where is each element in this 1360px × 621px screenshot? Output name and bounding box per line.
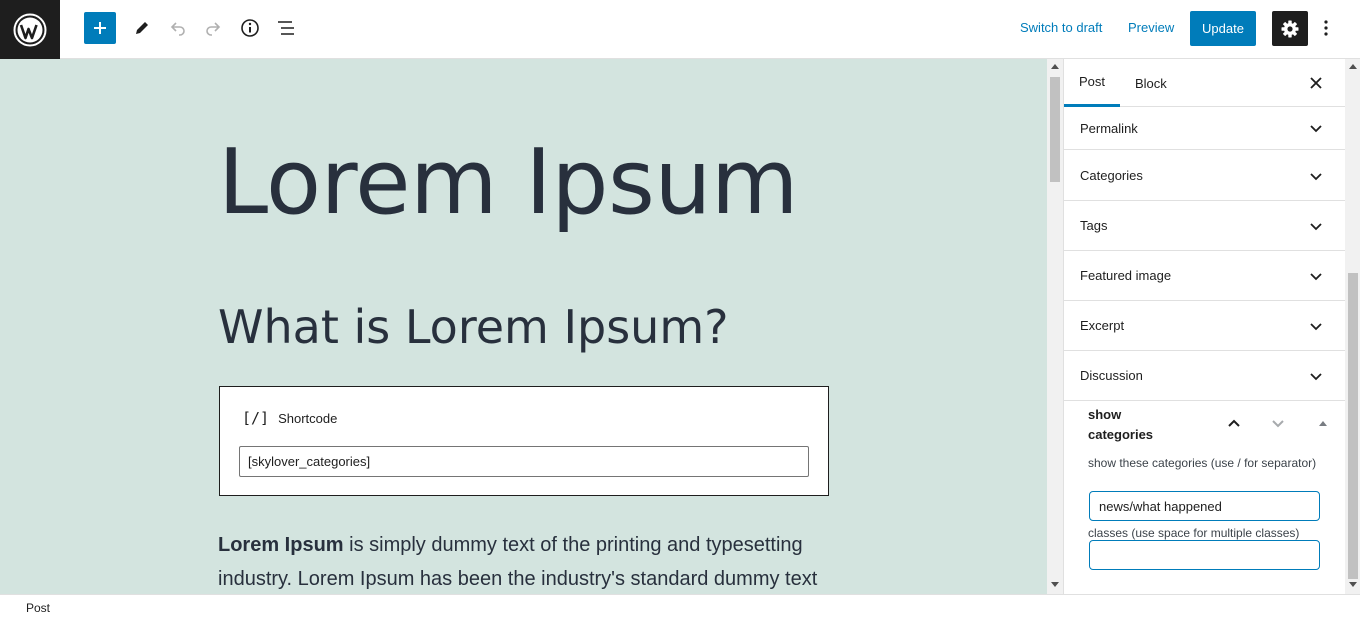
update-button[interactable]: Update — [1190, 11, 1256, 46]
categories-field-label: show these categories (use / for separat… — [1088, 456, 1317, 470]
panel-discussion[interactable]: Discussion — [1064, 351, 1345, 401]
scroll-down-icon[interactable] — [1051, 582, 1059, 588]
categories-input[interactable]: news/what happened — [1089, 491, 1320, 521]
chevron-down-icon — [1310, 323, 1322, 331]
close-icon — [1310, 77, 1322, 89]
show-categories-metabox: show categories show these categories (u… — [1064, 402, 1345, 594]
classes-input[interactable] — [1089, 540, 1320, 570]
shortcode-block-label: [/] Shortcode — [242, 409, 337, 427]
panel-label: Excerpt — [1080, 318, 1125, 333]
redo-icon — [206, 22, 221, 36]
scroll-up-icon[interactable] — [1349, 63, 1357, 69]
list-view-icon — [278, 21, 294, 35]
panel-label: Featured image — [1080, 268, 1172, 283]
editor-canvas: Lorem Ipsum What is Lorem Ipsum? [/] Sho… — [0, 59, 1047, 594]
panel-categories[interactable]: Categories — [1064, 151, 1345, 201]
close-sidebar-button[interactable] — [1304, 71, 1328, 95]
chevron-down-icon — [1310, 173, 1322, 181]
editor-header: Switch to draft Preview Update — [0, 0, 1360, 59]
breadcrumb-item-post[interactable]: Post — [26, 601, 50, 615]
heading-block[interactable]: What is Lorem Ipsum? — [218, 299, 729, 355]
canvas-scrollbar[interactable] — [1047, 59, 1063, 594]
shortcode-block[interactable]: [/] Shortcode [skylover_categories] — [219, 386, 829, 496]
pencil-icon — [136, 22, 148, 34]
chevron-down-icon — [1310, 223, 1322, 231]
sidebar-tabs: Post Block — [1064, 59, 1345, 107]
preview-button[interactable]: Preview — [1128, 20, 1174, 35]
panel-label: Discussion — [1080, 368, 1143, 383]
plus-icon — [94, 22, 106, 34]
toggle-panel-button[interactable] — [1313, 413, 1333, 433]
chevron-down-icon — [1310, 125, 1322, 133]
block-breadcrumb-bar: Post — [0, 594, 1360, 621]
tab-block[interactable]: Block — [1135, 59, 1167, 107]
move-down-button[interactable] — [1268, 413, 1288, 433]
gear-icon — [1281, 20, 1299, 37]
panel-tags[interactable]: Tags — [1064, 201, 1345, 251]
triangle-up-icon — [1319, 421, 1327, 426]
panel-label: Permalink — [1080, 120, 1138, 136]
list-view-button[interactable] — [270, 12, 302, 44]
wordpress-logo-icon[interactable] — [0, 0, 60, 59]
paragraph-bold-text: Lorem Ipsum — [218, 534, 344, 556]
chevron-down-icon — [1272, 420, 1284, 428]
panel-featured-image[interactable]: Featured image — [1064, 251, 1345, 301]
post-title[interactable]: Lorem Ipsum — [218, 131, 799, 235]
settings-sidebar: Post Block Permalink Categories Tags Fea… — [1063, 59, 1360, 594]
shortcode-icon: [/] — [242, 409, 270, 427]
panel-permalink[interactable]: Permalink — [1064, 107, 1345, 150]
chevron-down-icon — [1310, 373, 1322, 381]
scroll-down-icon[interactable] — [1349, 582, 1357, 588]
tools-button[interactable] — [126, 12, 158, 44]
more-vertical-icon — [1324, 20, 1328, 36]
redo-button[interactable] — [197, 12, 229, 44]
metabox-title: show categories — [1088, 407, 1154, 442]
panel-label: Tags — [1080, 218, 1108, 233]
shortcode-label: Shortcode — [278, 410, 338, 426]
move-up-button[interactable] — [1224, 413, 1244, 433]
panel-excerpt[interactable]: Excerpt — [1064, 301, 1345, 351]
scroll-up-icon[interactable] — [1051, 63, 1059, 69]
paragraph-block[interactable]: Lorem Ipsum is simply dummy text of the … — [218, 528, 828, 594]
undo-icon — [170, 22, 185, 36]
canvas-scrollbar-thumb[interactable] — [1050, 77, 1060, 182]
add-block-button[interactable] — [84, 12, 116, 44]
more-options-button[interactable] — [1310, 12, 1342, 44]
tab-post[interactable]: Post — [1064, 59, 1121, 107]
chevron-down-icon — [1310, 273, 1322, 281]
settings-button[interactable] — [1272, 11, 1308, 46]
shortcode-input[interactable]: [skylover_categories] — [239, 446, 809, 477]
chevron-up-icon — [1228, 419, 1240, 427]
undo-button[interactable] — [162, 12, 194, 44]
sidebar-scrollbar-thumb[interactable] — [1348, 273, 1358, 579]
info-icon — [241, 19, 259, 37]
sidebar-scrollbar[interactable] — [1345, 59, 1360, 594]
details-button[interactable] — [234, 12, 266, 44]
switch-to-draft-button[interactable]: Switch to draft — [1020, 20, 1102, 35]
panel-label: Categories — [1080, 168, 1143, 183]
